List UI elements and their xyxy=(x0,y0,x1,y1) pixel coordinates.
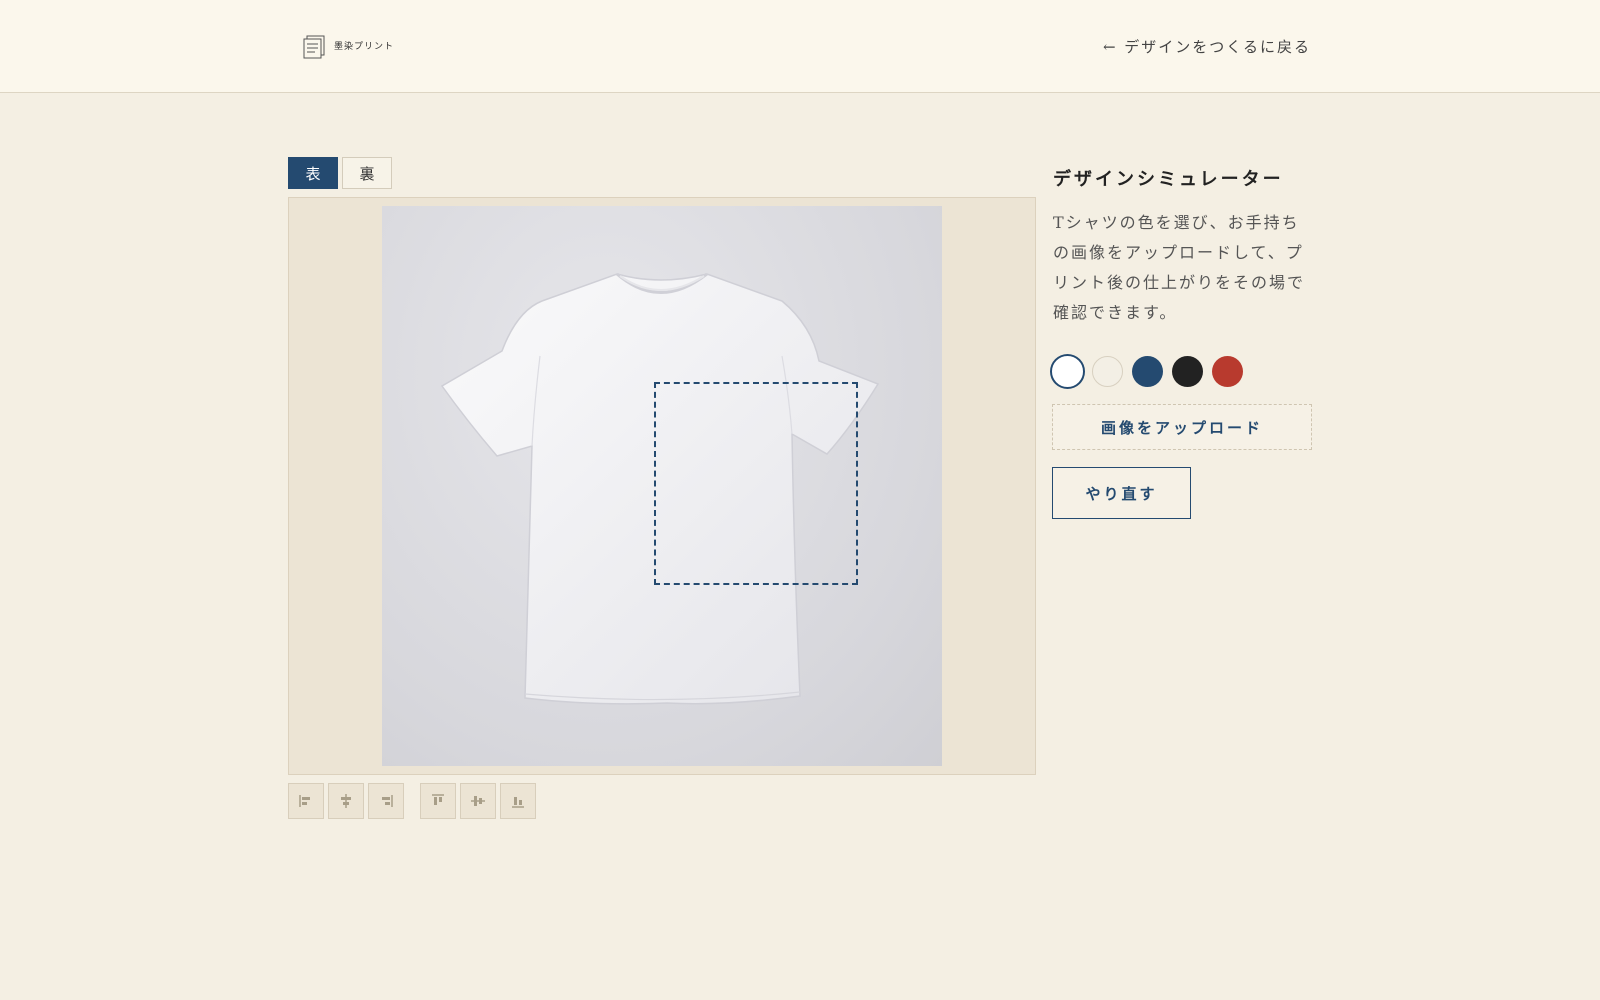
logo[interactable]: 墨染プリント xyxy=(302,34,394,60)
align-top-icon xyxy=(432,794,444,805)
tab-front[interactable]: 表 xyxy=(288,157,338,189)
simulator-panel: デザインシミュレーター Tシャツの色を選び、お手持ちの画像をアップロードして、プ… xyxy=(1053,165,1313,328)
alignment-toolbar xyxy=(288,783,540,819)
logo-text: 墨染プリント xyxy=(334,41,395,52)
align-left-icon xyxy=(299,795,310,807)
preview-canvas xyxy=(288,197,1036,775)
side-tabs: 表 裏 xyxy=(288,157,392,189)
align-center-horizontal-button[interactable] xyxy=(328,783,364,819)
site-header: 墨染プリント ← デザインをつくるに戻る xyxy=(0,0,1600,93)
align-left-button[interactable] xyxy=(288,783,324,819)
swatch-red[interactable] xyxy=(1212,356,1243,387)
swatch-navy[interactable] xyxy=(1132,356,1163,387)
color-swatches xyxy=(1052,356,1243,387)
swatch-ivory[interactable] xyxy=(1092,356,1123,387)
align-top-button[interactable] xyxy=(420,783,456,819)
tshirt-photo xyxy=(382,206,942,766)
simulator-title: デザインシミュレーター xyxy=(1053,169,1284,190)
align-center-vertical-button[interactable] xyxy=(460,783,496,819)
swatch-white[interactable] xyxy=(1052,356,1083,387)
align-center-vertical-icon xyxy=(471,796,485,806)
align-center-horizontal-icon xyxy=(341,794,351,808)
back-to-design-link[interactable]: ← デザインをつくるに戻る xyxy=(1103,36,1311,57)
tab-back[interactable]: 裏 xyxy=(342,157,392,189)
align-bottom-icon xyxy=(512,797,524,808)
align-bottom-button[interactable] xyxy=(500,783,536,819)
align-right-icon xyxy=(382,795,393,807)
simulator-description: Tシャツの色を選び、お手持ちの画像をアップロードして、プリント後の仕上がりをその… xyxy=(1053,213,1306,322)
upload-image-button[interactable]: 画像をアップロード xyxy=(1052,404,1312,450)
align-right-button[interactable] xyxy=(368,783,404,819)
print-area[interactable] xyxy=(654,382,858,585)
logo-icon xyxy=(303,35,325,59)
swatch-black[interactable] xyxy=(1172,356,1203,387)
redo-button[interactable]: やり直す xyxy=(1052,467,1191,519)
